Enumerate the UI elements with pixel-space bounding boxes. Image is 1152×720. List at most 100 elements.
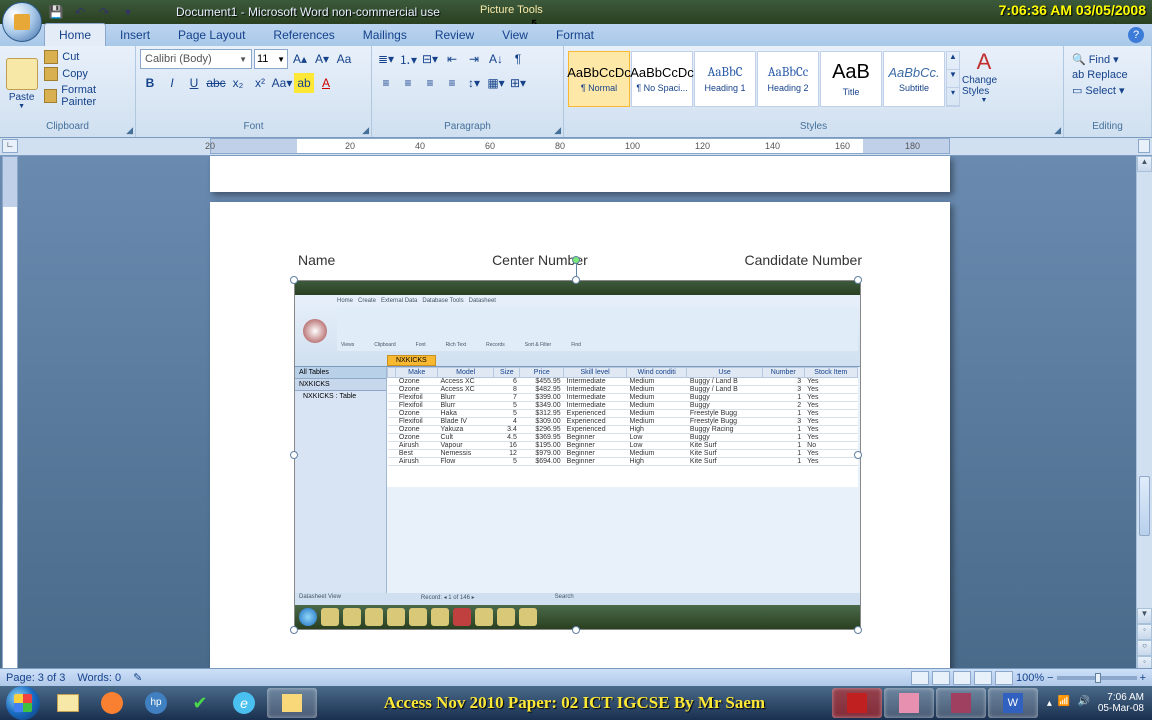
word-count[interactable]: Words: 0	[77, 672, 121, 684]
dialog-launcher-icon[interactable]: ◢	[554, 125, 561, 136]
font-size-combo[interactable]: 11▼	[254, 49, 288, 69]
scroll-up-icon[interactable]: ▲	[1137, 156, 1152, 172]
full-screen-view[interactable]	[932, 671, 950, 685]
resize-handle[interactable]	[854, 626, 862, 634]
change-styles-button[interactable]: A Change Styles▼	[962, 49, 1006, 118]
copy-button[interactable]: Copy	[41, 66, 131, 82]
resize-handle[interactable]	[572, 276, 580, 284]
tray-volume-icon[interactable]: 🔊	[1078, 696, 1092, 710]
cut-button[interactable]: Cut	[41, 49, 131, 65]
tab-mailings[interactable]: Mailings	[349, 24, 421, 46]
zoom-out-icon[interactable]: −	[1047, 672, 1053, 684]
indent-button[interactable]: ⇥	[464, 49, 484, 69]
dialog-launcher-icon[interactable]: ◢	[1054, 125, 1061, 136]
gallery-scroll[interactable]: ▲▼▾	[946, 51, 960, 107]
redo-icon[interactable]: ↷	[96, 4, 112, 20]
horizontal-ruler[interactable]: 2020406080100120140160180	[210, 138, 950, 154]
save-icon[interactable]: 💾	[48, 4, 64, 20]
underline-button[interactable]: U	[184, 73, 204, 93]
tab-format[interactable]: Format	[542, 24, 608, 46]
taskbar-hp[interactable]: hp	[135, 688, 177, 718]
numbering-button[interactable]: ⒈▾	[398, 49, 418, 69]
document-page[interactable]: Name Center Number Candidate Number Home…	[210, 202, 950, 672]
resize-handle[interactable]	[854, 276, 862, 284]
outdent-button[interactable]: ⇤	[442, 49, 462, 69]
style-title[interactable]: AaBTitle	[820, 51, 882, 107]
shrink-font-icon[interactable]: A▾	[312, 49, 332, 69]
taskbar-app1[interactable]	[267, 688, 317, 718]
justify-button[interactable]: ≡	[442, 73, 462, 93]
resize-handle[interactable]	[290, 451, 298, 459]
scroll-down-icon[interactable]: ▼	[1137, 608, 1152, 624]
zoom-slider[interactable]	[1057, 676, 1137, 680]
style-subtitle[interactable]: AaBbCc.Subtitle	[883, 51, 945, 107]
outline-view[interactable]	[974, 671, 992, 685]
find-button[interactable]: 🔍Find ▾	[1072, 53, 1128, 66]
superscript-button[interactable]: x²	[250, 73, 270, 93]
multilevel-button[interactable]: ⊟▾	[420, 49, 440, 69]
tab-view[interactable]: View	[488, 24, 542, 46]
style-normal[interactable]: AaBbCcDc¶ Normal	[568, 51, 630, 107]
taskbar-access[interactable]	[936, 688, 986, 718]
start-button[interactable]	[6, 686, 40, 720]
proofing-icon[interactable]: ✎	[133, 671, 142, 684]
sort-button[interactable]: A↓	[486, 49, 506, 69]
resize-handle[interactable]	[290, 276, 298, 284]
resize-handle[interactable]	[572, 626, 580, 634]
font-name-combo[interactable]: Calibri (Body)▼	[140, 49, 252, 69]
print-layout-view[interactable]	[911, 671, 929, 685]
clear-format-icon[interactable]: Aa	[334, 49, 354, 69]
browse-object-icon[interactable]: ○	[1137, 640, 1152, 656]
tab-page-layout[interactable]: Page Layout	[164, 24, 259, 46]
italic-button[interactable]: I	[162, 73, 182, 93]
styles-gallery[interactable]: AaBbCcDc¶ Normal AaBbCcDc¶ No Spaci... A…	[568, 49, 960, 109]
strike-button[interactable]: abc	[206, 73, 226, 93]
taskbar-paint[interactable]	[884, 688, 934, 718]
change-case-button[interactable]: Aa▾	[272, 73, 292, 93]
ruler-toggle[interactable]	[1138, 139, 1150, 153]
font-color-button[interactable]: A	[316, 73, 336, 93]
dialog-launcher-icon[interactable]: ◢	[126, 125, 133, 136]
system-tray[interactable]: ▴ 📶 🔊 7:06 AM 05-Mar-08	[1039, 692, 1152, 714]
subscript-button[interactable]: x₂	[228, 73, 248, 93]
style-heading1[interactable]: AaBbCHeading 1	[694, 51, 756, 107]
undo-icon[interactable]: ↶	[72, 4, 88, 20]
office-button[interactable]	[2, 2, 42, 42]
scroll-thumb[interactable]	[1139, 476, 1150, 536]
grow-font-icon[interactable]: A▴	[290, 49, 310, 69]
tab-selector[interactable]: ∟	[2, 139, 18, 153]
qat-more-icon[interactable]: ▾	[120, 4, 136, 20]
paste-button[interactable]: Paste ▼	[4, 49, 39, 118]
vertical-ruler[interactable]	[2, 156, 18, 672]
zoom-in-icon[interactable]: +	[1140, 672, 1146, 684]
align-left-button[interactable]: ≡	[376, 73, 396, 93]
taskbar-pdf[interactable]	[832, 688, 882, 718]
inserted-screenshot[interactable]: Home Create External Data Database Tools…	[294, 280, 858, 630]
align-right-button[interactable]: ≡	[420, 73, 440, 93]
bullets-button[interactable]: ≣▾	[376, 49, 396, 69]
highlight-button[interactable]: ab	[294, 73, 314, 93]
align-center-button[interactable]: ≡	[398, 73, 418, 93]
borders-button[interactable]: ⊞▾	[508, 73, 528, 93]
resize-handle[interactable]	[290, 626, 298, 634]
line-spacing-button[interactable]: ↕▾	[464, 73, 484, 93]
select-button[interactable]: ▭Select ▾	[1072, 84, 1128, 97]
taskbar-clock[interactable]: 7:06 AM 05-Mar-08	[1098, 692, 1144, 714]
taskbar-ie[interactable]: e	[223, 688, 265, 718]
taskbar-media[interactable]	[91, 688, 133, 718]
dialog-launcher-icon[interactable]: ◢	[362, 125, 369, 136]
taskbar-check[interactable]: ✔	[179, 688, 221, 718]
tab-home[interactable]: Home	[44, 23, 106, 46]
show-marks-button[interactable]: ¶	[508, 49, 528, 69]
resize-handle[interactable]	[854, 451, 862, 459]
rotate-handle[interactable]	[572, 256, 580, 264]
tab-review[interactable]: Review	[421, 24, 488, 46]
tab-references[interactable]: References	[259, 24, 348, 46]
web-layout-view[interactable]	[953, 671, 971, 685]
taskbar-explorer[interactable]	[47, 688, 89, 718]
tray-network-icon[interactable]: 📶	[1058, 696, 1072, 710]
bold-button[interactable]: B	[140, 73, 160, 93]
help-icon[interactable]: ?	[1128, 27, 1144, 43]
draft-view[interactable]	[995, 671, 1013, 685]
prev-page-icon[interactable]: ◦	[1137, 624, 1152, 640]
